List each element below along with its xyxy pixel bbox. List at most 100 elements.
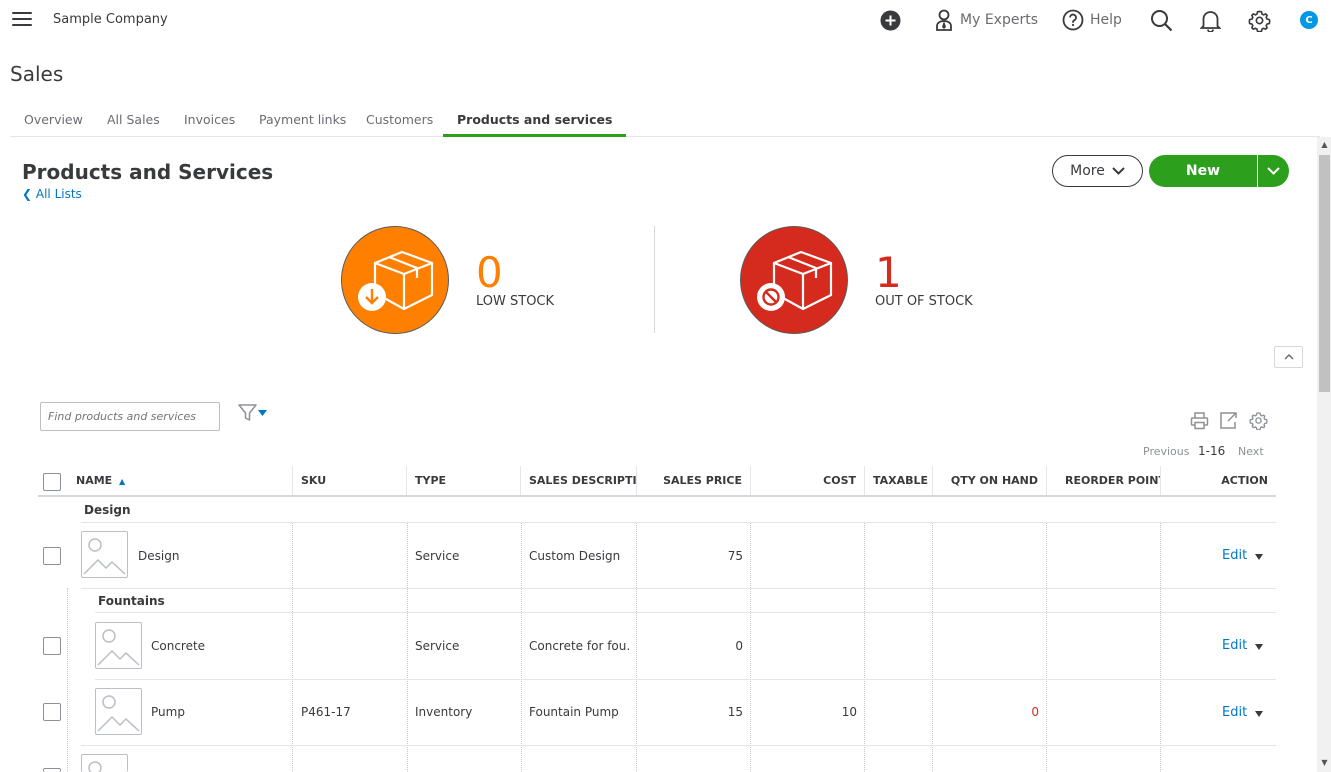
edit-link[interactable]: Edit xyxy=(1222,548,1247,563)
user-avatar[interactable]: C xyxy=(1300,8,1318,32)
notification-bell-icon[interactable] xyxy=(1200,8,1221,32)
pagination-next[interactable]: Next xyxy=(1238,445,1264,458)
cell-sales-description: Concrete for fou… xyxy=(529,639,631,653)
search-icon[interactable] xyxy=(1150,8,1173,32)
row-divider xyxy=(81,522,1276,523)
edit-link[interactable]: Edit xyxy=(1222,705,1247,720)
product-image-placeholder-icon[interactable] xyxy=(95,622,142,669)
box-download-icon xyxy=(358,250,434,311)
collapse-widgets-button[interactable] xyxy=(1274,346,1303,368)
help-button[interactable]: Help xyxy=(1062,8,1122,32)
create-plus-icon[interactable] xyxy=(880,8,901,32)
sort-ascending-icon: ▲ xyxy=(119,477,126,486)
action-caret-down-icon[interactable] xyxy=(1255,554,1263,560)
column-header-sales-price[interactable]: SALES PRICE xyxy=(637,466,751,495)
export-icon[interactable] xyxy=(1219,411,1238,434)
low-stock-widget[interactable] xyxy=(341,226,449,334)
chevron-left-icon: ❮ xyxy=(22,187,33,201)
caret-down-icon xyxy=(258,410,267,416)
low-stock-count: 0 xyxy=(476,248,503,297)
row-checkbox[interactable] xyxy=(43,547,61,565)
tab-customers[interactable]: Customers xyxy=(366,104,433,137)
cell-cost: 10 xyxy=(841,705,857,719)
settings-gear-icon[interactable] xyxy=(1248,8,1271,32)
cell-sales-description: Fountain Pump xyxy=(529,705,619,719)
hamburger-menu-icon[interactable] xyxy=(12,12,32,28)
my-experts-label: My Experts xyxy=(960,12,1038,28)
more-button[interactable]: More xyxy=(1052,155,1143,187)
column-header-cost[interactable]: COST xyxy=(751,466,865,495)
column-separator xyxy=(407,522,408,772)
expert-person-icon xyxy=(936,9,952,31)
tab-overview[interactable]: Overview xyxy=(24,104,83,137)
column-separator xyxy=(636,522,637,772)
column-separator xyxy=(1160,522,1161,772)
tab-invoices[interactable]: Invoices xyxy=(184,104,235,137)
page-title: Sales xyxy=(10,62,64,86)
tab-payment-links[interactable]: Payment links xyxy=(259,104,346,137)
column-header-name[interactable]: NAME ▲ xyxy=(68,466,293,495)
search-input[interactable] xyxy=(40,402,220,431)
product-image-placeholder-icon[interactable] xyxy=(81,754,128,772)
column-header-sales-description[interactable]: SALES DESCRIPTION xyxy=(521,466,637,495)
cell-name[interactable]: Pump xyxy=(151,705,185,719)
column-separator xyxy=(1046,522,1047,772)
print-icon[interactable] xyxy=(1190,411,1209,434)
new-button[interactable]: New xyxy=(1149,155,1257,187)
column-header-type[interactable]: TYPE xyxy=(407,466,521,495)
chevron-up-icon xyxy=(1283,354,1294,360)
stock-divider xyxy=(654,226,655,333)
out-of-stock-widget[interactable] xyxy=(740,226,848,334)
my-experts-button[interactable]: My Experts xyxy=(934,8,1038,32)
row-checkbox[interactable] xyxy=(43,703,61,721)
pagination-previous[interactable]: Previous xyxy=(1143,445,1190,458)
chevron-down-icon xyxy=(1112,167,1125,175)
column-header-qty-on-hand[interactable]: QTY ON HAND xyxy=(933,466,1047,495)
more-label: More xyxy=(1070,163,1105,179)
action-caret-down-icon[interactable] xyxy=(1255,644,1263,650)
row-divider xyxy=(95,612,1276,613)
filter-button[interactable] xyxy=(238,404,267,422)
section-title: Products and Services xyxy=(22,160,274,184)
scroll-down-arrow-icon[interactable]: ▼ xyxy=(1319,758,1330,770)
cell-sales-price: 75 xyxy=(727,549,743,563)
cell-type: Service xyxy=(415,639,460,653)
help-label: Help xyxy=(1090,12,1122,28)
cell-name[interactable]: Concrete xyxy=(151,639,205,653)
all-lists-label: All Lists xyxy=(35,187,82,201)
row-checkbox[interactable] xyxy=(43,637,61,655)
cell-sku: P461-17 xyxy=(301,705,351,719)
out-of-stock-label: OUT OF STOCK xyxy=(875,294,973,309)
cell-name[interactable]: Design xyxy=(138,549,179,563)
cell-sales-price: 15 xyxy=(727,705,743,719)
top-bar: Sample Company My Experts Help C xyxy=(0,0,1331,40)
group-header-fountains: Fountains xyxy=(98,594,165,608)
row-divider xyxy=(81,745,1276,746)
column-header-reorder-point[interactable]: REORDER POINT xyxy=(1047,466,1161,495)
column-header-sku[interactable]: SKU xyxy=(293,466,407,495)
tab-all-sales[interactable]: All Sales xyxy=(107,104,160,137)
table-settings-gear-icon[interactable] xyxy=(1249,411,1268,434)
sales-tabs: Overview All Sales Invoices Payment link… xyxy=(10,104,1320,137)
new-dropdown-button[interactable] xyxy=(1258,155,1289,187)
out-of-stock-count: 1 xyxy=(875,248,902,297)
product-image-placeholder-icon[interactable] xyxy=(95,688,142,735)
scroll-up-arrow-icon[interactable]: ▲ xyxy=(1319,140,1330,152)
column-separator xyxy=(292,522,293,772)
column-header-taxable[interactable]: TAXABLE xyxy=(865,466,933,495)
cell-sales-description: Custom Design xyxy=(529,549,621,563)
action-caret-down-icon[interactable] xyxy=(1255,711,1263,717)
product-image-placeholder-icon[interactable] xyxy=(81,531,128,578)
cell-type: Inventory xyxy=(415,705,473,719)
column-header-action: ACTION xyxy=(1221,474,1268,487)
edit-link[interactable]: Edit xyxy=(1222,638,1247,653)
cell-qty-on-hand: 0 xyxy=(1031,705,1039,719)
all-lists-link[interactable]: ❮ All Lists xyxy=(22,187,82,201)
row-checkbox[interactable] xyxy=(43,768,61,772)
table-header: NAME ▲ SKU TYPE SALES DESCRIPTION SALES … xyxy=(38,466,1276,497)
scrollbar-thumb[interactable] xyxy=(1319,155,1330,392)
cell-sales-price: 0 xyxy=(735,639,743,653)
filter-funnel-icon xyxy=(238,404,257,421)
tab-products-and-services[interactable]: Products and services xyxy=(443,104,627,137)
group-indent-guide xyxy=(67,588,68,772)
